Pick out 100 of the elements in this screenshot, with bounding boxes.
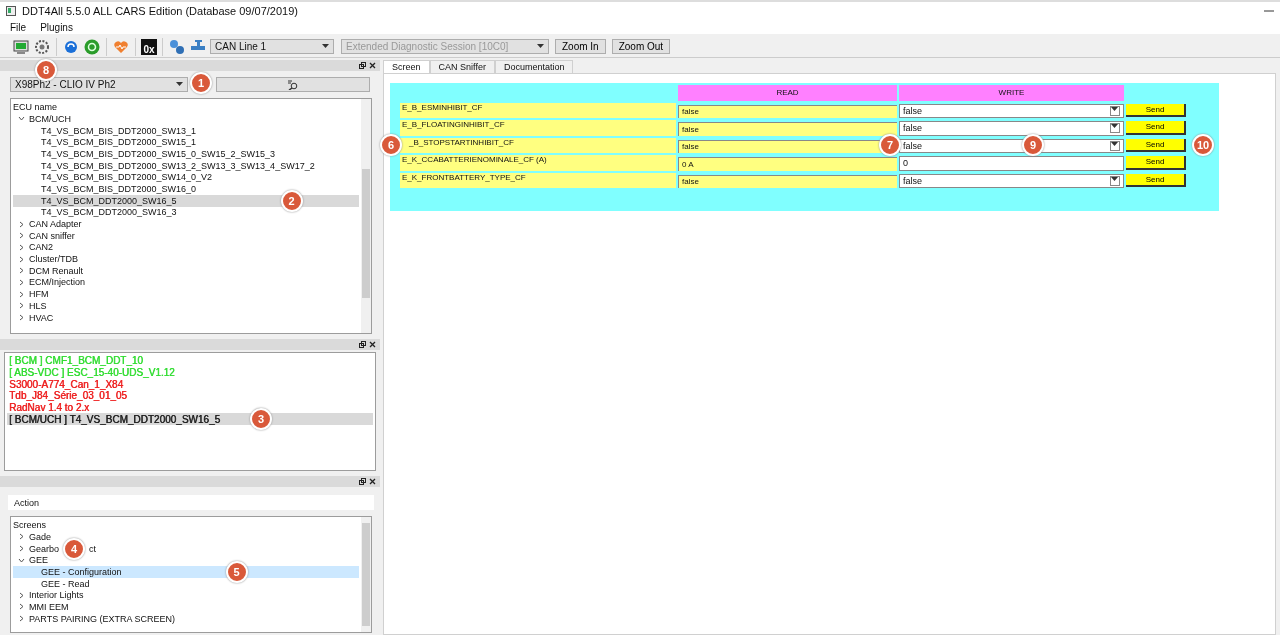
tree-item[interactable]: ECM/Injection xyxy=(13,276,359,289)
send-button[interactable]: Send xyxy=(1126,138,1186,152)
scrollbar[interactable] xyxy=(361,99,371,333)
write-dropdown[interactable]: false xyxy=(899,121,1124,136)
tree-item[interactable]: T4_VS_BCM_BIS_DDT2000_SW15_1 xyxy=(13,136,359,149)
write-dropdown[interactable]: false xyxy=(899,103,1124,118)
float-icon[interactable] xyxy=(359,341,366,348)
tree-label: T4_VS_BCM_BIS_DDT2000_SW13_2_SW13_3_SW13_4_SW17_2 xyxy=(41,160,315,171)
tree-label: PARTS PAIRING (EXTRA SCREEN) xyxy=(29,613,176,624)
ecu-list-item[interactable]: S3000-A774_Can_1_X84 xyxy=(7,378,373,391)
tree-label: T4_VS_BCM_BIS_DDT2000_SW16_0 xyxy=(41,183,197,194)
tab[interactable]: Screen xyxy=(383,60,430,73)
ecu-label: [ ABS-VDC ] ESC_15-40-UDS_V1.12 xyxy=(9,367,175,379)
float-icon[interactable] xyxy=(359,478,366,485)
parameter-label: E_K_CCABATTERIENOMINALE_CF (A) xyxy=(400,155,676,171)
tree-label: CAN Adapter xyxy=(29,219,82,230)
window-title: DDT4All 5.5.0 ALL CARS Edition (Database 09/07/2019) xyxy=(22,5,299,17)
callout-badge: 1 xyxy=(190,72,212,94)
callout-badge: 2 xyxy=(280,189,303,212)
callout-badge: 4 xyxy=(63,537,86,560)
ecu-label: S3000-A774_Can_1_X84 xyxy=(9,378,123,390)
send-button[interactable]: Send xyxy=(1126,156,1186,170)
callout-badge: 5 xyxy=(225,560,248,583)
zoom-button[interactable]: Zoom In xyxy=(555,39,606,54)
app-icon xyxy=(6,6,16,16)
tree-label: CAN2 xyxy=(29,242,53,253)
tree-item[interactable]: DCM Renault xyxy=(13,264,359,277)
tree-item[interactable]: CAN2 xyxy=(13,241,359,254)
send-button[interactable]: Send xyxy=(1126,121,1186,135)
column-header: ECU name xyxy=(13,101,58,113)
dropdown-arrow-icon[interactable] xyxy=(1111,141,1118,147)
tree-item[interactable]: HFM xyxy=(13,288,359,300)
dropdown-arrow-icon[interactable] xyxy=(1111,106,1118,112)
callout-badge: 3 xyxy=(250,408,272,431)
scrollbar[interactable] xyxy=(361,517,371,632)
ecu-label: [ BCM/UCH ] T4_VS_BCM_DDT2000_SW16_5 xyxy=(9,413,220,425)
tree-label: ct xyxy=(89,543,97,554)
ecu-list-item[interactable]: Tdb_J84_Série_03_01_05 xyxy=(7,390,373,402)
vehicle-dropdown[interactable]: X98Ph2 - CLIO IV Ph2 xyxy=(10,77,188,92)
read-value: false xyxy=(678,174,897,188)
tree-label: BCM/UCH xyxy=(29,113,71,124)
tree-label: Interior Lights xyxy=(29,590,84,601)
parameter-label: E_K_FRONTBATTERY_TYPE_CF xyxy=(400,172,676,188)
menu-item[interactable]: Plugins xyxy=(40,21,73,33)
tree-item[interactable]: CAN Adapter xyxy=(13,218,359,230)
ecu-label: [ BCM ] CMF1_BCM_DDT_10 xyxy=(9,355,143,367)
can-line-dropdown[interactable]: CAN Line 1 xyxy=(210,39,334,54)
hex-button[interactable]: 0x xyxy=(141,38,157,55)
dropdown-arrow-icon[interactable] xyxy=(1111,124,1118,130)
float-icon[interactable] xyxy=(359,62,366,69)
tree-label: T4_VS_BCM_BIS_DDT2000_SW13_1 xyxy=(41,125,197,136)
parameter-label: E_B_ESMINHIBIT_CF xyxy=(400,102,676,118)
tree-label: HLS xyxy=(29,300,47,311)
tree-item[interactable]: Cluster/TDB xyxy=(13,253,359,265)
tree-item[interactable]: PARTS PAIRING (EXTRA SCREEN) xyxy=(13,612,359,625)
monitor-icon[interactable] xyxy=(12,37,30,56)
tree-item[interactable]: MMI EEM xyxy=(13,601,359,613)
tree-item[interactable]: T4_VS_BCM_BIS_DDT2000_SW13_2_SW13_3_SW13_4_SW17_2 xyxy=(13,159,359,172)
tree-item[interactable]: T4_VS_BCM_BIS_DDT2000_SW13_1 xyxy=(13,124,359,137)
read-value: false xyxy=(678,104,897,118)
tab[interactable]: CAN Sniffer xyxy=(429,60,495,73)
tree-label: T4_VS_BCM_DDT2000_SW16_5 xyxy=(41,195,177,206)
tree-item[interactable]: T4_VS_BCM_BIS_DDT2000_SW15_0_SW15_2_SW15_3 xyxy=(13,148,359,160)
close-icon[interactable] xyxy=(369,62,376,69)
action-label: Action xyxy=(14,497,39,508)
write-dropdown[interactable]: false xyxy=(899,173,1124,188)
read-value: 0 A xyxy=(678,157,897,171)
tab[interactable]: Documentation xyxy=(494,60,574,73)
tree-label: GEE - Read xyxy=(41,578,90,589)
close-icon[interactable] xyxy=(369,478,376,485)
zoom-button[interactable]: Zoom Out xyxy=(611,39,671,54)
dropdown-arrow-icon[interactable] xyxy=(176,82,183,87)
callout-badge: 10 xyxy=(1192,133,1214,156)
dropdown-arrow-icon[interactable] xyxy=(322,44,329,49)
tree-item[interactable]: T4_VS_BCM_BIS_DDT2000_SW14_0_V2 xyxy=(13,171,359,184)
ecu-label: Tdb_J84_Série_03_01_05 xyxy=(9,390,127,402)
ecu-label: RadNav 1.4 to 2.x xyxy=(9,402,90,414)
tree-label: GEE - Configuration xyxy=(41,566,122,577)
tree-label: CAN sniffer xyxy=(29,230,75,241)
tree-label: Gade xyxy=(29,531,52,542)
tree-item[interactable]: Interior Lights xyxy=(13,589,359,602)
send-button[interactable]: Send xyxy=(1126,173,1186,187)
tree-label: GEE xyxy=(29,555,48,566)
write-field[interactable]: 0 xyxy=(899,156,1124,171)
gear-icon[interactable] xyxy=(33,37,51,56)
send-button[interactable]: Send xyxy=(1126,103,1186,117)
close-icon[interactable] xyxy=(369,341,376,348)
tree-label: HFM xyxy=(29,289,49,300)
tree-item[interactable]: HLS xyxy=(13,300,359,312)
callout-badge: 6 xyxy=(380,133,402,156)
tree-item[interactable]: HVAC xyxy=(13,311,359,324)
tree-item[interactable]: BCM/UCH xyxy=(13,113,359,125)
chevron-down-icon[interactable] xyxy=(18,556,25,564)
tree-item[interactable]: CAN sniffer xyxy=(13,229,359,242)
dropdown-arrow-icon[interactable] xyxy=(1111,176,1118,182)
tree-label: ECM/Injection xyxy=(29,277,86,288)
chevron-down-icon[interactable] xyxy=(18,115,25,123)
menu-item[interactable]: File xyxy=(10,21,27,33)
search-icon xyxy=(288,79,298,90)
read-header: READ xyxy=(678,85,897,101)
